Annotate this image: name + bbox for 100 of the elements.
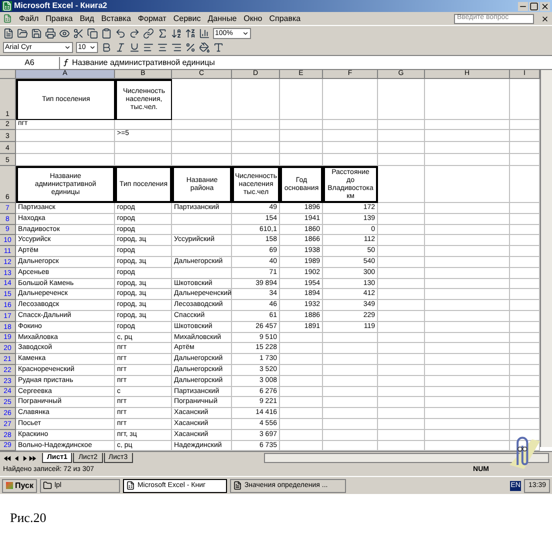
table-cell bbox=[323, 408, 378, 419]
horizontal-scrollbar[interactable] bbox=[264, 453, 549, 464]
italic-icon[interactable] bbox=[115, 42, 126, 53]
table-cell bbox=[172, 214, 232, 225]
table-cell bbox=[323, 364, 378, 376]
table-cell bbox=[378, 332, 425, 344]
table-cell bbox=[378, 79, 425, 120]
dropdown-icon[interactable] bbox=[89, 44, 96, 51]
table-cell bbox=[280, 332, 323, 344]
scissors-icon[interactable] bbox=[73, 28, 84, 38]
table-cell bbox=[378, 322, 425, 333]
table-cell bbox=[323, 430, 378, 441]
bar-chart-icon[interactable] bbox=[199, 28, 210, 38]
minimize-icon[interactable] bbox=[518, 2, 528, 10]
close-icon[interactable] bbox=[540, 2, 550, 10]
table-cell bbox=[323, 397, 378, 408]
table-cell bbox=[172, 224, 232, 236]
menu-item[interactable]: Формат bbox=[138, 14, 166, 24]
vertical-scrollbar[interactable] bbox=[540, 70, 552, 447]
menu-item[interactable]: Справка bbox=[269, 14, 301, 24]
formula-content[interactable]: Название административной единицы bbox=[72, 58, 215, 68]
sigma-icon[interactable] bbox=[157, 28, 168, 38]
sort-ascending-icon[interactable] bbox=[171, 28, 182, 38]
table-cell bbox=[378, 224, 425, 236]
table-cell bbox=[280, 397, 323, 408]
printer-icon[interactable] bbox=[45, 28, 56, 38]
table-cell bbox=[172, 79, 232, 120]
preview-icon[interactable] bbox=[59, 28, 70, 38]
close-icon[interactable] bbox=[541, 14, 549, 22]
table-cell bbox=[323, 79, 378, 120]
table-cell bbox=[323, 343, 378, 354]
dropdown-icon[interactable] bbox=[64, 44, 71, 51]
table-cell bbox=[232, 142, 280, 154]
percent-icon[interactable] bbox=[185, 42, 196, 53]
table-cell bbox=[280, 343, 323, 354]
table-cell bbox=[378, 214, 425, 225]
table-cell bbox=[378, 430, 425, 441]
menu-item[interactable]: Данные bbox=[208, 14, 237, 24]
table-cell bbox=[323, 332, 378, 344]
clipboard-icon[interactable] bbox=[101, 28, 112, 38]
table-cell bbox=[378, 142, 425, 154]
align-center-icon[interactable] bbox=[157, 42, 168, 53]
menu-item[interactable]: Вид bbox=[80, 14, 94, 24]
table-cell bbox=[378, 235, 425, 246]
undo-icon[interactable] bbox=[115, 28, 126, 38]
dropdown-icon[interactable] bbox=[242, 30, 249, 36]
font-color-icon[interactable] bbox=[213, 42, 224, 53]
table-cell bbox=[172, 120, 232, 130]
table-cell bbox=[280, 386, 323, 398]
table-cell bbox=[172, 246, 232, 257]
table-cell bbox=[378, 203, 425, 214]
table-cell bbox=[232, 79, 280, 120]
table-cell bbox=[378, 354, 425, 365]
table-cell bbox=[378, 166, 425, 203]
start-button[interactable]: Пуск bbox=[2, 478, 38, 493]
align-right-icon[interactable] bbox=[171, 42, 182, 53]
align-left-icon[interactable] bbox=[143, 42, 154, 53]
redo-icon[interactable] bbox=[129, 28, 140, 38]
table-cell bbox=[378, 256, 425, 268]
table-cell bbox=[323, 418, 378, 430]
table-cell bbox=[378, 310, 425, 322]
underline-icon[interactable] bbox=[129, 42, 140, 53]
table-cell bbox=[378, 154, 425, 166]
sort-descending-icon[interactable] bbox=[185, 28, 196, 38]
table-cell bbox=[280, 376, 323, 387]
spreadsheet-icon bbox=[126, 481, 136, 490]
copy-icon[interactable] bbox=[87, 28, 98, 38]
name-box[interactable]: A6 bbox=[0, 56, 60, 68]
menu-item[interactable]: Правка bbox=[46, 14, 73, 24]
table-cell bbox=[378, 364, 425, 376]
menu-item[interactable]: Вставка bbox=[101, 14, 131, 24]
table-cell bbox=[378, 289, 425, 300]
table-cell bbox=[232, 154, 280, 166]
table-cell bbox=[323, 386, 378, 398]
table-cell bbox=[323, 154, 378, 166]
table-cell bbox=[323, 354, 378, 365]
window-title: Microsoft Excel - Книга2 bbox=[14, 1, 108, 11]
table-cell bbox=[323, 130, 378, 142]
open-folder-icon[interactable] bbox=[17, 28, 28, 38]
link-icon[interactable] bbox=[143, 28, 154, 38]
table-cell bbox=[172, 154, 232, 166]
table-cell bbox=[378, 397, 425, 408]
table-cell bbox=[115, 142, 172, 154]
bold-icon[interactable] bbox=[101, 42, 112, 53]
sheet-navigation-icon[interactable] bbox=[3, 455, 37, 462]
table-cell bbox=[378, 278, 425, 290]
save-icon[interactable] bbox=[31, 28, 42, 38]
menu-item[interactable]: Сервис bbox=[173, 14, 201, 24]
table-cell bbox=[232, 130, 280, 142]
maximize-icon[interactable] bbox=[529, 2, 539, 10]
table-cell bbox=[378, 343, 425, 354]
new-file-icon[interactable] bbox=[3, 28, 14, 38]
function-icon[interactable] bbox=[63, 58, 69, 67]
table-cell bbox=[280, 130, 323, 142]
table-cell bbox=[232, 120, 280, 130]
menu-item[interactable]: Окно bbox=[244, 14, 262, 24]
table-cell bbox=[378, 120, 425, 130]
menu-item[interactable]: Файл bbox=[19, 14, 39, 24]
table-cell bbox=[280, 154, 323, 166]
fill-color-icon[interactable] bbox=[199, 42, 210, 53]
